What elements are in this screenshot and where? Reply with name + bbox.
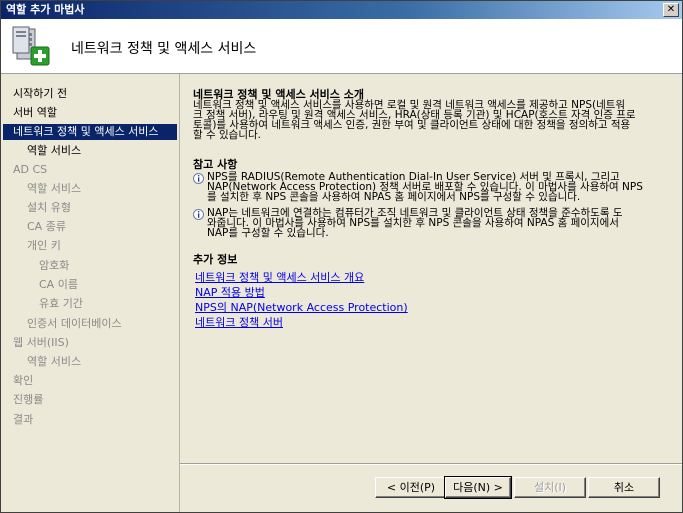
link-network-policy-server[interactable]: 네트워크 정책 서버: [195, 314, 283, 330]
link-npas-overview[interactable]: 네트워크 정책 및 액세스 서비스 개요: [195, 269, 364, 285]
intro-line: 토콜)를 사용하여 네트워크 액세스 인증, 권한 부여 및 클라이언트 상태에…: [193, 119, 631, 131]
wizard-steps-sidebar: 시작하기 전 서버 역할 네트워크 정책 및 액세스 서비스 역할 서비스 AD…: [1, 74, 180, 512]
info-icon: [193, 209, 204, 220]
sidebar-item-ca-type: CA 종류: [27, 220, 66, 233]
sidebar-item-web-server-iis: 웹 서버(IIS): [13, 336, 69, 349]
wizard-header: 네트워크 정책 및 액세스 서비스: [1, 19, 682, 74]
more-info-title: 추가 정보: [193, 253, 238, 266]
page-title: 네트워크 정책 및 액세스 서비스: [71, 41, 257, 57]
sidebar-item-iis-role-services: 역할 서비스: [27, 355, 82, 368]
sidebar-item-setup-type: 설치 유형: [27, 201, 71, 214]
close-button[interactable]: ✕: [663, 3, 679, 17]
next-button[interactable]: 다음(N) >: [444, 476, 512, 499]
sidebar-item-progress: 진행률: [13, 393, 44, 406]
sidebar-item-ca-name: CA 이름: [39, 278, 78, 291]
sidebar-item-npas-role-services[interactable]: 역할 서비스: [27, 143, 81, 159]
note-line: 를 설치한 후 NPS 콘솔을 사용하여 NPAS 홈 페이지에서 NPS를 구…: [207, 191, 581, 203]
wizard-window: 역할 추가 마법사 ✕ 네트워크 정책 및 액세스 서비스 시작하기 전 서버 …: [0, 0, 683, 513]
intro-text: 네트워크 정책 및 액세스 서비스를 사용하면 로컬 및 원격 네트워크 액세스…: [193, 100, 671, 141]
sidebar-item-private-key: 개인 키: [27, 239, 61, 252]
link-nap-enforcement[interactable]: NAP 적용 방법: [195, 284, 265, 300]
install-button: 설치(I): [514, 477, 586, 498]
sidebar-item-npas[interactable]: 네트워크 정책 및 액세스 서비스: [3, 124, 177, 140]
notes-title: 참고 사항: [193, 158, 238, 171]
window-title: 역할 추가 마법사: [6, 3, 85, 16]
cancel-button[interactable]: 취소: [588, 477, 660, 498]
title-bar[interactable]: 역할 추가 마법사 ✕: [1, 1, 682, 19]
intro-line: 할 수 있습니다.: [193, 129, 261, 141]
wizard-content: 네트워크 정책 및 액세스 서비스 소개 네트워크 정책 및 액세스 서비스를 …: [180, 74, 682, 462]
server-role-add-icon: [12, 26, 50, 66]
sidebar-item-before-you-begin[interactable]: 시작하기 전: [13, 86, 67, 102]
sidebar-item-cryptography: 암호화: [39, 259, 70, 272]
note-line: NAP를 구성할 수 있습니다.: [207, 227, 329, 239]
info-icon: [193, 173, 204, 184]
sidebar-item-adcs-role-services: 역할 서비스: [27, 182, 82, 195]
sidebar-item-certificate-database: 인증서 데이터베이스: [27, 317, 122, 330]
link-nps-nap[interactable]: NPS의 NAP(Network Access Protection): [195, 299, 408, 315]
sidebar-item-confirmation: 확인: [13, 374, 34, 387]
sidebar-item-adcs: AD CS: [13, 163, 48, 176]
sidebar-item-server-roles[interactable]: 서버 역할: [13, 105, 57, 121]
sidebar-item-results: 결과: [13, 413, 34, 426]
footer-divider: [180, 463, 682, 465]
note-text: NPS를 RADIUS(Remote Authentication Dial-I…: [207, 172, 669, 203]
previous-button[interactable]: < 이전(P): [375, 477, 447, 498]
note-text: NAP는 네트워크에 연결하는 컴퓨터가 조직 네트워크 및 클라이언트 상태 …: [207, 208, 669, 239]
sidebar-item-validity-period: 유효 기간: [39, 297, 83, 310]
